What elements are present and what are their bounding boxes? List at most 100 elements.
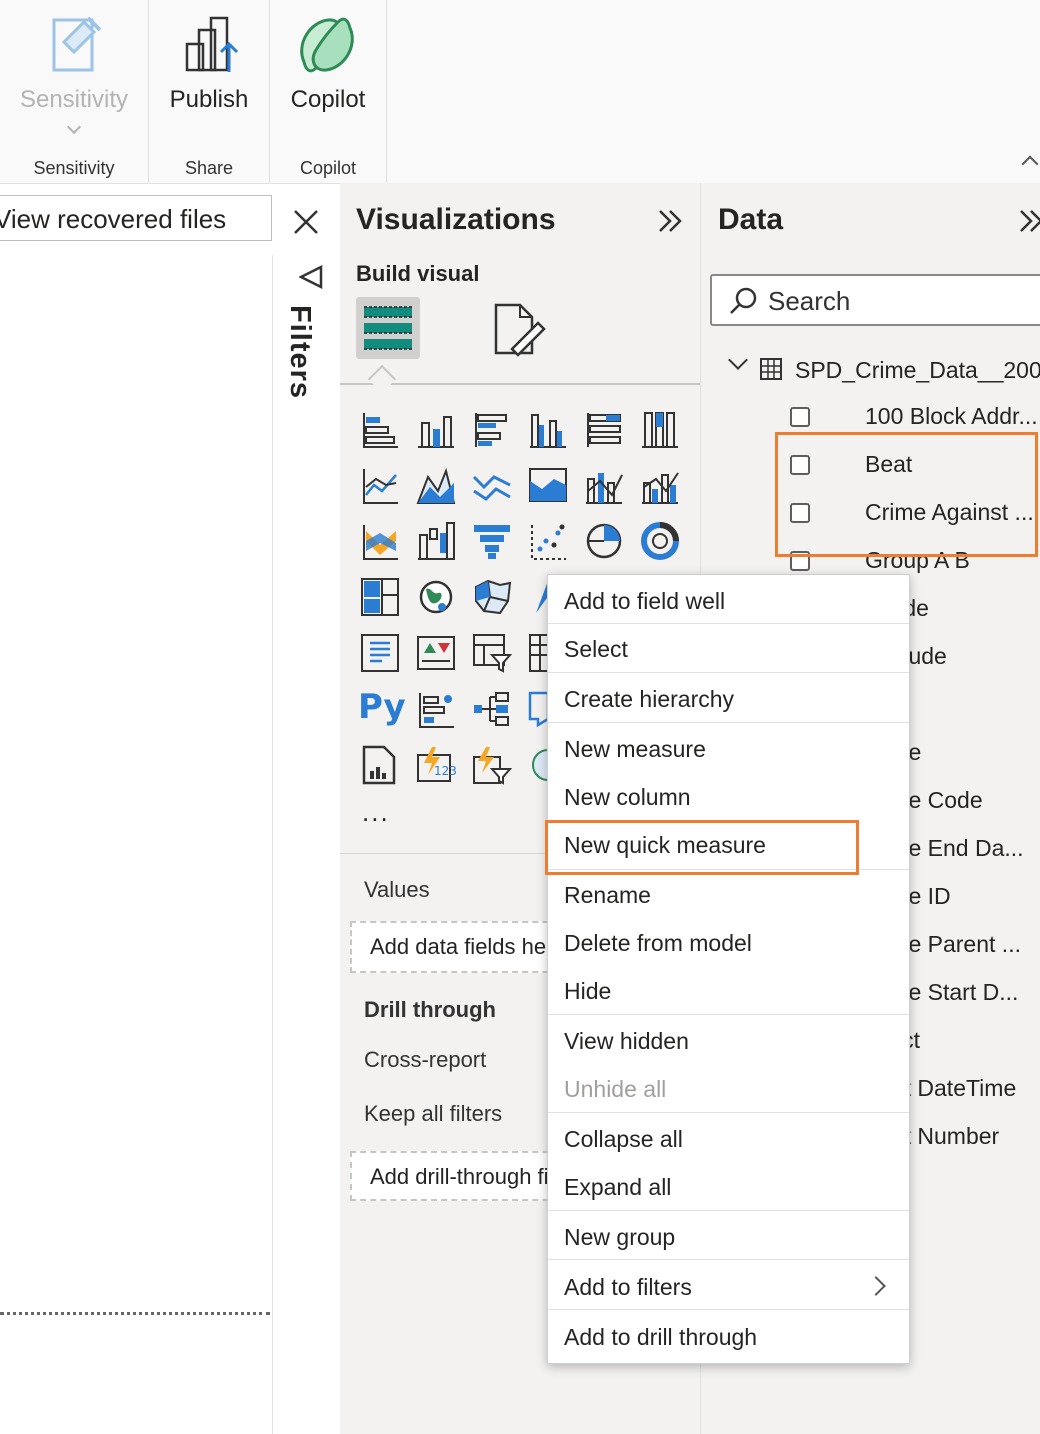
chevron-down-icon[interactable]	[66, 119, 82, 135]
menu-item-add-to-filters[interactable]: Add to filters	[548, 1263, 909, 1311]
menu-separator	[548, 623, 909, 624]
stacked-area-chart-icon[interactable]	[472, 465, 512, 505]
build-visual-label: Build visual	[356, 261, 480, 286]
menu-separator	[548, 722, 909, 723]
context-menu: Add to field well Select Create hierarch…	[547, 574, 910, 1364]
sensitivity-icon	[52, 16, 102, 72]
donut-chart-icon[interactable]	[640, 521, 680, 561]
menu-item-delete-from-model[interactable]: Delete from model	[548, 919, 909, 967]
sensitivity-button[interactable]	[50, 12, 110, 74]
search-placeholder: Search	[768, 286, 851, 316]
menu-item-expand-all[interactable]: Expand all	[548, 1163, 909, 1211]
collapse-data-pane-icon[interactable]	[1017, 207, 1040, 235]
menu-item-collapse-all[interactable]: Collapse all	[548, 1115, 909, 1163]
line-and-clustered-column-icon[interactable]	[640, 465, 680, 505]
field-checkbox[interactable]	[790, 407, 810, 427]
sensitivity-button-label: Sensitivity	[19, 86, 129, 113]
menu-separator	[548, 1014, 909, 1015]
slicer-icon[interactable]	[472, 633, 512, 673]
treemap-icon[interactable]	[360, 577, 400, 617]
clustered-bar-chart-icon[interactable]	[472, 409, 512, 449]
menu-item-new-measure[interactable]: New measure	[548, 725, 909, 773]
svg-text:123: 123	[434, 764, 456, 778]
canvas-page-border	[0, 1312, 270, 1315]
waterfall-chart-icon[interactable]	[416, 521, 456, 561]
viz-divider	[340, 383, 700, 385]
pie-chart-icon[interactable]	[584, 521, 624, 561]
menu-item-new-group[interactable]: New group	[548, 1213, 909, 1261]
menu-item-add-to-drill-through[interactable]: Add to drill through	[548, 1313, 909, 1361]
data-search-input[interactable]: Search	[710, 274, 1040, 326]
menu-item-add-to-field-well[interactable]: Add to field well	[548, 577, 909, 625]
menu-item-create-hierarchy[interactable]: Create hierarchy	[548, 675, 909, 723]
map-icon[interactable]	[416, 577, 456, 617]
cross-report-toggle-label: Cross-report	[364, 1047, 487, 1072]
python-visual-icon[interactable]: Py	[358, 687, 406, 727]
drill-through-label: Drill through	[364, 997, 496, 1022]
area-chart-icon[interactable]	[416, 465, 456, 505]
data-title: Data	[718, 203, 784, 236]
ribbon-group-share: Publish Share	[149, 0, 270, 183]
search-icon	[730, 287, 757, 314]
kpi-icon[interactable]	[416, 633, 456, 673]
table-icon[interactable]	[360, 633, 400, 673]
menu-item-view-hidden[interactable]: View hidden	[548, 1017, 909, 1065]
format-visual-tab[interactable]	[490, 299, 546, 359]
publish-button[interactable]	[181, 14, 241, 76]
stacked-bar-chart-icon[interactable]	[360, 409, 400, 449]
decomposition-tree-icon[interactable]	[472, 689, 512, 729]
100-stacked-area-chart-icon[interactable]	[528, 465, 568, 505]
visualizations-title: Visualizations	[356, 203, 556, 236]
field-label: 100 Block Addr...	[865, 403, 1038, 429]
filters-label: Filters	[284, 305, 316, 400]
table-name: SPD_Crime_Data__200...	[795, 357, 1040, 383]
power-apps-icon[interactable]: 123	[416, 745, 456, 785]
more-visuals-button[interactable]: ...	[362, 797, 390, 828]
chevron-down-icon[interactable]	[728, 350, 748, 370]
highlight-box-fields	[775, 432, 1038, 557]
menu-separator	[548, 1210, 909, 1211]
100-stacked-bar-chart-icon[interactable]	[584, 409, 624, 449]
line-chart-icon[interactable]	[360, 465, 400, 505]
paginated-report-icon[interactable]	[360, 745, 400, 785]
ribbon-group-sensitivity: Sensitivity Sensitivity	[0, 0, 149, 183]
menu-separator	[548, 1259, 909, 1260]
scatter-chart-icon[interactable]	[528, 521, 568, 561]
ribbon-group-label: Copilot	[299, 158, 357, 178]
recovered-files-label: View recovered files	[0, 204, 227, 234]
key-influencers-icon[interactable]	[416, 689, 456, 729]
table-node[interactable]: SPD_Crime_Data__200...	[701, 345, 1040, 393]
view-recovered-files-button[interactable]: View recovered files	[0, 195, 272, 241]
menu-separator	[548, 1112, 909, 1113]
menu-separator	[548, 1309, 909, 1310]
menu-item-rename[interactable]: Rename	[548, 871, 909, 919]
clustered-column-chart-icon[interactable]	[528, 409, 568, 449]
menu-item-unhide-all: Unhide all	[564, 1076, 667, 1102]
values-label: Values	[364, 877, 430, 902]
filters-pane-collapsed[interactable]: Filters	[272, 255, 341, 1434]
ribbon-group-label: Sensitivity	[33, 158, 115, 178]
menu-item-new-column[interactable]: New column	[548, 773, 909, 821]
funnel-icon[interactable]	[472, 521, 512, 561]
copilot-icon	[300, 17, 354, 73]
tab-pointer	[367, 364, 397, 394]
copilot-button[interactable]	[294, 14, 360, 76]
filled-map-icon[interactable]	[472, 577, 512, 617]
collapse-ribbon-icon[interactable]	[1021, 155, 1039, 173]
menu-separator	[548, 672, 909, 673]
build-visual-tab[interactable]	[356, 297, 420, 359]
ribbon-chart-icon[interactable]	[360, 521, 400, 561]
line-and-stacked-column-icon[interactable]	[584, 465, 624, 505]
copilot-button-label: Copilot	[290, 86, 366, 113]
power-automate-icon[interactable]	[472, 745, 512, 785]
stacked-column-chart-icon[interactable]	[416, 409, 456, 449]
publish-button-label: Publish	[169, 86, 249, 113]
100-stacked-column-chart-icon[interactable]	[640, 409, 680, 449]
menu-item-select[interactable]: Select	[548, 625, 909, 673]
menu-item-hide[interactable]: Hide	[548, 967, 909, 1015]
highlight-box-new-quick-measure	[545, 820, 859, 875]
close-icon[interactable]	[290, 206, 322, 238]
ribbon: Sensitivity Sensitivity Publish Share Co…	[0, 0, 1040, 184]
format-paintbrush-icon	[494, 303, 546, 357]
collapse-pane-icon[interactable]	[656, 207, 686, 235]
